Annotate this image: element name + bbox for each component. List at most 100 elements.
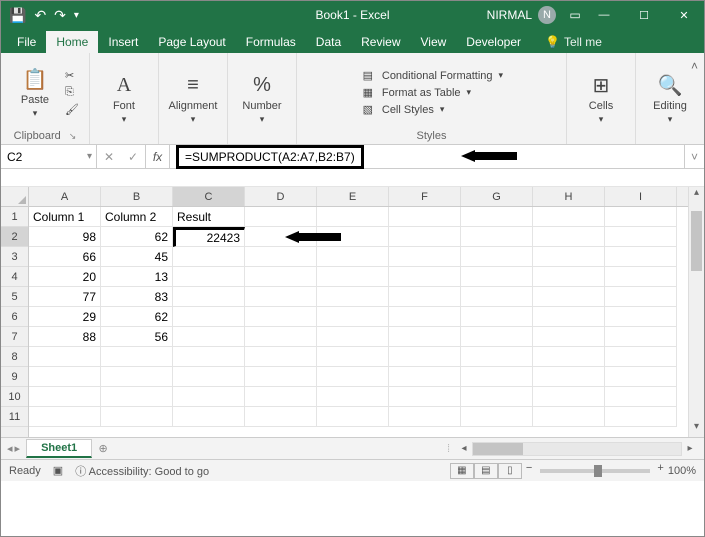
cell[interactable] [389,407,461,427]
cell[interactable] [317,287,389,307]
cell[interactable] [173,247,245,267]
editing-button[interactable]: 🔍Editing▾ [646,72,694,125]
col-header[interactable]: D [245,187,317,206]
cell[interactable] [173,287,245,307]
cell[interactable] [245,327,317,347]
cell[interactable] [173,367,245,387]
cell[interactable] [461,387,533,407]
conditional-formatting-button[interactable]: ▤Conditional Formatting ▾ [360,69,503,82]
cell[interactable] [245,307,317,327]
cell[interactable] [389,227,461,247]
cell[interactable]: Result [173,207,245,227]
cell[interactable]: 56 [101,327,173,347]
cell[interactable] [29,407,101,427]
cell[interactable] [389,247,461,267]
cell[interactable]: 98 [29,227,101,247]
cell[interactable] [533,367,605,387]
cell[interactable]: 83 [101,287,173,307]
sheet-nav-prev-icon[interactable]: ◂ [7,442,13,455]
zoom-knob[interactable] [594,465,602,477]
cell[interactable] [605,247,677,267]
tab-review[interactable]: Review [351,31,410,53]
row-header[interactable]: 4 [1,267,28,287]
cell[interactable]: 62 [101,227,173,247]
zoom-slider[interactable] [540,469,650,473]
cell[interactable] [317,367,389,387]
tab-data[interactable]: Data [306,31,351,53]
cell[interactable] [605,287,677,307]
scroll-right-icon[interactable]: ▸ [682,443,698,454]
cell[interactable] [605,327,677,347]
scroll-left-icon[interactable]: ◂ [456,443,472,454]
cell[interactable] [389,367,461,387]
alignment-button[interactable]: ≡Alignment▾ [169,72,217,125]
cell[interactable] [461,267,533,287]
save-icon[interactable]: 💾 [9,7,26,24]
cell[interactable] [245,207,317,227]
col-header[interactable]: G [461,187,533,206]
chevron-down-icon[interactable]: ▾ [87,151,92,162]
scroll-thumb[interactable] [473,443,523,455]
row-header[interactable]: 8 [1,347,28,367]
cell[interactable] [173,267,245,287]
formula-bar[interactable]: =SUMPRODUCT(A2:A7,B2:B7) [170,145,684,168]
cell[interactable] [29,367,101,387]
col-header[interactable]: A [29,187,101,206]
collapse-ribbon-icon[interactable]: ˄ [691,59,698,73]
cell[interactable] [605,367,677,387]
cell[interactable] [533,307,605,327]
cell[interactable] [461,247,533,267]
cell[interactable] [533,347,605,367]
cell[interactable] [389,327,461,347]
cell[interactable] [389,307,461,327]
cell[interactable] [173,327,245,347]
maximize-button[interactable]: ☐ [624,1,664,29]
cell[interactable] [245,347,317,367]
fx-icon[interactable]: fx [146,145,170,168]
cell[interactable] [605,207,677,227]
col-header[interactable]: C [173,187,245,206]
cell[interactable] [317,267,389,287]
cell[interactable]: 62 [101,307,173,327]
cell[interactable] [533,227,605,247]
cell[interactable] [245,407,317,427]
cancel-formula-icon[interactable]: ✕ [97,150,121,164]
cell[interactable] [101,347,173,367]
sheet-tab[interactable]: Sheet1 [26,439,92,458]
cell[interactable] [173,407,245,427]
cell[interactable] [461,207,533,227]
paste-button[interactable]: 📋 Paste ▾ [11,66,59,119]
cell[interactable] [461,307,533,327]
cell[interactable] [605,387,677,407]
cell[interactable] [173,307,245,327]
add-sheet-button[interactable]: ⊕ [92,442,114,455]
cell[interactable] [245,387,317,407]
macro-record-icon[interactable]: ▣ [53,464,63,477]
cell[interactable]: 20 [29,267,101,287]
row-header[interactable]: 11 [1,407,28,427]
cell[interactable]: 88 [29,327,101,347]
row-header[interactable]: 5 [1,287,28,307]
cell[interactable] [245,267,317,287]
cell[interactable] [245,287,317,307]
cell[interactable] [317,327,389,347]
horizontal-scrollbar[interactable]: ⁞ ◂ ▸ [114,442,704,456]
cell[interactable] [317,207,389,227]
split-handle-icon[interactable]: ⁞ [447,443,450,455]
cell[interactable] [173,347,245,367]
cut-icon[interactable]: ✂ [65,69,79,82]
cell[interactable] [29,387,101,407]
cell[interactable]: 66 [29,247,101,267]
cell[interactable]: 45 [101,247,173,267]
cell[interactable] [101,387,173,407]
cell[interactable] [461,407,533,427]
tab-home[interactable]: Home [46,31,98,53]
tab-view[interactable]: View [411,31,457,53]
cell[interactable] [389,347,461,367]
ribbon-options-icon[interactable]: ▭ [566,8,584,22]
qat-dropdown-icon[interactable]: ▾ [74,10,79,21]
cell[interactable] [461,327,533,347]
cell[interactable] [29,347,101,367]
scroll-up-icon[interactable]: ▴ [689,187,704,203]
format-painter-icon[interactable]: 🖌 [65,103,79,116]
